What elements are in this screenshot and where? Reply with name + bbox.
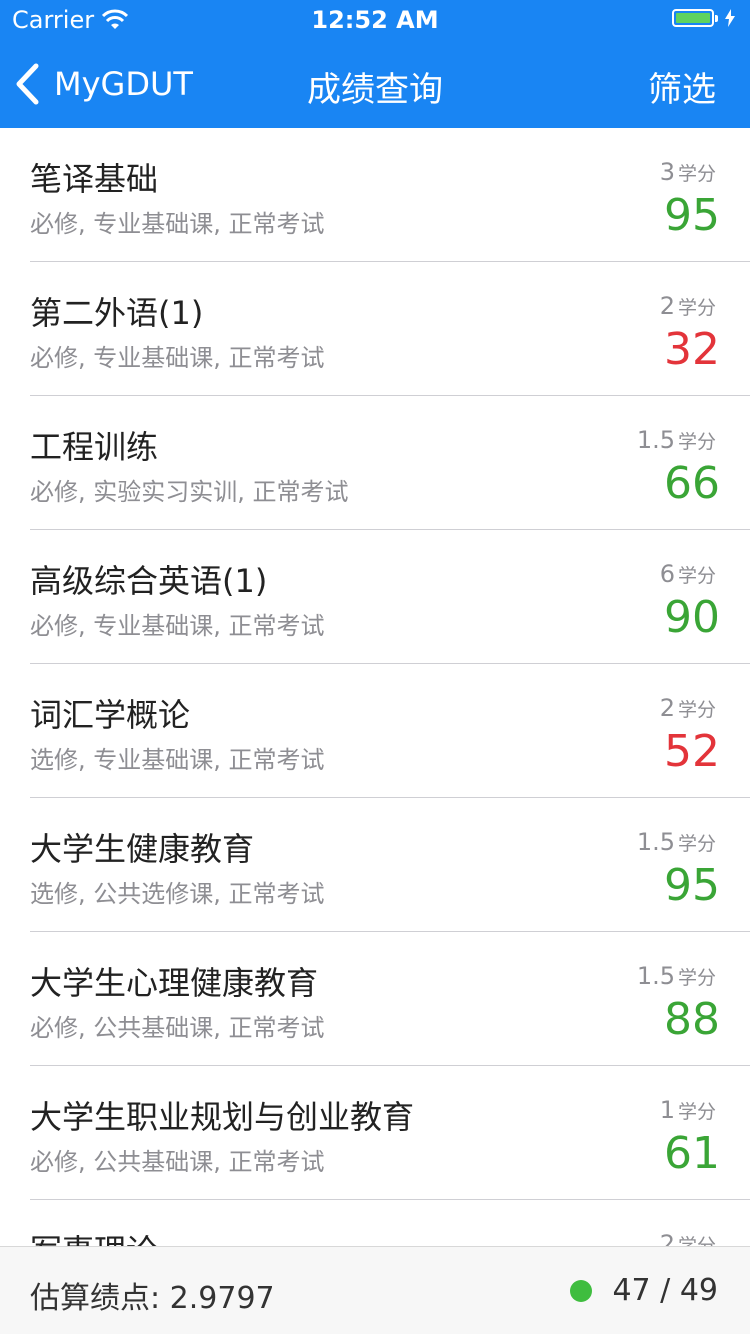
credit-unit: 学分	[677, 565, 716, 587]
course-score: 88	[664, 994, 720, 1045]
course-count: 47 / 49	[570, 1273, 718, 1308]
course-meta: 必修, 公共基础课, 正常考试	[30, 1014, 325, 1042]
page-title: 成绩查询	[307, 70, 443, 110]
credit-unit: 学分	[677, 699, 716, 721]
credit-unit: 学分	[677, 163, 716, 185]
course-credit: 1.5 学分	[637, 426, 716, 454]
credit-unit: 学分	[677, 1235, 716, 1246]
credit-value: 2	[659, 292, 675, 320]
course-score: 61	[664, 1128, 720, 1179]
list-item[interactable]: 笔译基础 必修, 专业基础课, 正常考试 3 学分 95	[0, 128, 750, 262]
course-credit: 2 学分	[660, 1230, 716, 1246]
course-name: 大学生职业规划与创业教育	[30, 1098, 415, 1136]
course-name: 高级综合英语(1)	[30, 562, 268, 600]
status-bar: Carrier 12:52 AM	[0, 0, 750, 40]
course-score: 52	[664, 726, 720, 777]
status-time: 12:52 AM	[311, 6, 439, 34]
course-meta: 选修, 公共选修课, 正常考试	[30, 880, 325, 908]
course-list[interactable]: 笔译基础 必修, 专业基础课, 正常考试 3 学分 95 第二外语(1) 必修, …	[0, 128, 750, 1246]
course-name: 大学生心理健康教育	[30, 964, 319, 1002]
navigation-bar: MyGDUT 成绩查询 筛选	[0, 40, 750, 128]
filter-button[interactable]: 筛选	[648, 62, 716, 111]
course-name: 军事理论	[30, 1226, 158, 1246]
course-credit: 1 学分	[660, 1096, 716, 1124]
list-item[interactable]: 大学生健康教育 选修, 公共选修课, 正常考试 1.5 学分 95	[0, 798, 750, 932]
list-item[interactable]: 第二外语(1) 必修, 专业基础课, 正常考试 2 学分 32	[0, 262, 750, 396]
course-meta: 必修, 专业基础课, 正常考试	[30, 612, 325, 640]
battery-icon	[672, 9, 736, 27]
list-item[interactable]: 高级综合英语(1) 必修, 专业基础课, 正常考试 6 学分 90	[0, 530, 750, 664]
course-name: 大学生健康教育	[30, 830, 255, 868]
credit-value: 1.5	[636, 828, 675, 856]
status-dot-icon	[570, 1279, 593, 1302]
course-score: 95	[664, 860, 720, 911]
list-item[interactable]: 大学生职业规划与创业教育 必修, 公共基础课, 正常考试 1 学分 61	[0, 1066, 750, 1200]
course-score: 90	[664, 592, 720, 643]
course-meta: 必修, 公共基础课, 正常考试	[30, 1148, 325, 1176]
credit-value: 2	[659, 1230, 675, 1246]
credit-value: 3	[659, 158, 675, 186]
course-meta: 必修, 实验实习实训, 正常考试	[30, 478, 349, 506]
credit-unit: 学分	[677, 297, 716, 319]
top-bar: Carrier 12:52 AM MyGDUT 成绩查询 筛选	[0, 0, 750, 128]
list-item[interactable]: 工程训练 必修, 实验实习实训, 正常考试 1.5 学分 66	[0, 396, 750, 530]
estimated-gpa: 估算绩点: 2.9797	[30, 1281, 275, 1316]
list-item[interactable]: 词汇学概论 选修, 专业基础课, 正常考试 2 学分 52	[0, 664, 750, 798]
course-credit: 6 学分	[660, 560, 716, 588]
charging-icon	[725, 9, 735, 27]
course-meta: 选修, 专业基础课, 正常考试	[30, 746, 325, 774]
credit-value: 1.5	[636, 426, 675, 454]
credit-value: 1.5	[636, 962, 675, 990]
course-score: 66	[664, 458, 720, 509]
credit-value: 6	[659, 560, 675, 588]
credit-unit: 学分	[677, 967, 716, 989]
course-meta: 必修, 专业基础课, 正常考试	[30, 344, 325, 372]
course-credit: 1.5 学分	[637, 828, 716, 856]
course-credit: 2 学分	[660, 292, 716, 320]
list-item[interactable]: 军事理论 2学分	[0, 1200, 750, 1246]
course-name: 第二外语(1)	[30, 294, 204, 332]
course-score: 95	[664, 190, 720, 241]
course-credit: 3 学分	[660, 158, 716, 186]
course-credit: 1.5 学分	[637, 962, 716, 990]
course-count-text: 47 / 49	[612, 1273, 718, 1308]
course-meta: 必修, 专业基础课, 正常考试	[30, 210, 325, 238]
course-name: 笔译基础	[30, 160, 159, 198]
credit-unit: 学分	[677, 1101, 716, 1123]
course-credit: 2 学分	[660, 694, 716, 722]
credit-value: 2	[659, 694, 675, 722]
course-score: 32	[664, 324, 720, 375]
credit-unit: 学分	[677, 431, 716, 453]
list-item[interactable]: 大学生心理健康教育 必修, 公共基础课, 正常考试 1.5 学分 88	[0, 932, 750, 1066]
credit-value: 1	[659, 1096, 675, 1124]
summary-footer: 估算绩点: 2.9797 47 / 49	[0, 1246, 750, 1334]
credit-unit: 学分	[677, 833, 716, 855]
course-name: 词汇学概论	[30, 696, 191, 734]
course-name: 工程训练	[30, 428, 159, 466]
